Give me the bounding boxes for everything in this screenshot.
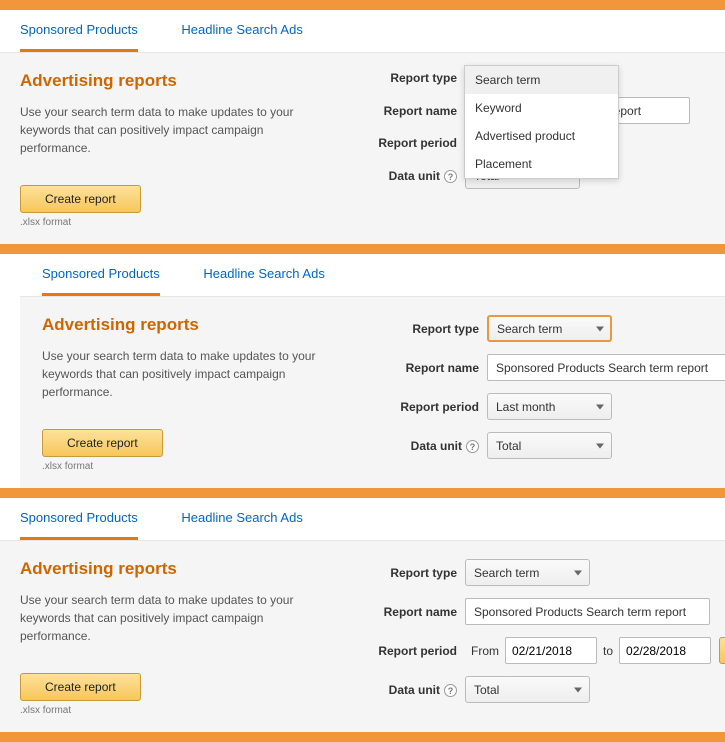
date-to-input[interactable] <box>619 637 711 664</box>
label-report-name: Report name <box>350 104 465 118</box>
page-title: Advertising reports <box>42 315 362 335</box>
period-to-label: to <box>603 644 613 658</box>
format-note: .xlsx format <box>20 217 340 228</box>
help-icon[interactable]: ? <box>444 170 457 183</box>
report-name-input[interactable] <box>465 598 710 625</box>
report-type-dropdown-open[interactable]: Search term Keyword Advertised product P… <box>464 65 619 179</box>
tabs: Sponsored Products Headline Search Ads <box>0 10 725 53</box>
panel-1: Sponsored Products Headline Search Ads A… <box>0 10 725 244</box>
panel-2: Sponsored Products Headline Search Ads A… <box>0 254 725 488</box>
label-data-unit: Data unit? <box>350 683 465 697</box>
label-data-unit: Data unit? <box>372 439 487 453</box>
label-report-type: Report type <box>350 566 465 580</box>
tabs: Sponsored Products Headline Search Ads <box>0 498 725 541</box>
action-row: Create report .xlsx format <box>20 185 340 228</box>
tab-sponsored-products[interactable]: Sponsored Products <box>42 266 160 296</box>
help-icon[interactable]: ? <box>466 440 479 453</box>
data-unit-select[interactable]: Total <box>465 676 590 703</box>
tab-sponsored-products[interactable]: Sponsored Products <box>20 22 138 52</box>
panel-body: Advertising reports Use your search term… <box>0 541 725 732</box>
date-from-input[interactable] <box>505 637 597 664</box>
apply-button[interactable]: Apply <box>719 637 725 664</box>
tab-headline-search-ads[interactable]: Headline Search Ads <box>181 510 302 537</box>
tab-sponsored-products[interactable]: Sponsored Products <box>20 510 138 540</box>
create-report-button[interactable]: Create report <box>42 429 163 457</box>
tab-headline-search-ads[interactable]: Headline Search Ads <box>203 266 324 293</box>
label-report-name: Report name <box>350 605 465 619</box>
page-title: Advertising reports <box>20 559 340 579</box>
divider-bar <box>0 244 725 254</box>
label-report-period: Report period <box>350 644 465 658</box>
panel-body: Advertising reports Use your search term… <box>20 297 725 488</box>
format-note: .xlsx format <box>20 705 340 716</box>
tabs: Sponsored Products Headline Search Ads <box>20 254 725 297</box>
period-from-label: From <box>471 644 499 658</box>
label-report-type: Report type <box>372 322 487 336</box>
report-type-select[interactable]: Search term <box>465 559 590 586</box>
label-report-period: Report period <box>350 136 465 150</box>
divider-bar <box>0 488 725 498</box>
panel-3: Sponsored Products Headline Search Ads A… <box>0 498 725 732</box>
option-search-term[interactable]: Search term <box>465 66 618 94</box>
label-report-name: Report name <box>372 361 487 375</box>
create-report-button[interactable]: Create report <box>20 185 141 213</box>
create-report-button[interactable]: Create report <box>20 673 141 701</box>
format-note: .xlsx format <box>42 461 362 472</box>
report-type-select[interactable]: Search term <box>487 315 612 342</box>
option-advertised-product[interactable]: Advertised product <box>465 122 618 150</box>
tab-headline-search-ads[interactable]: Headline Search Ads <box>181 22 302 49</box>
label-report-period: Report period <box>372 400 487 414</box>
divider-bar <box>0 0 725 10</box>
label-report-type: Report type <box>350 71 465 85</box>
panel-body: Advertising reports Use your search term… <box>0 53 725 244</box>
page-description: Use your search term data to make update… <box>20 591 300 645</box>
option-placement[interactable]: Placement <box>465 150 618 178</box>
label-data-unit: Data unit? <box>350 169 465 183</box>
page-description: Use your search term data to make update… <box>42 347 322 401</box>
data-unit-select[interactable]: Total <box>487 432 612 459</box>
option-keyword[interactable]: Keyword <box>465 94 618 122</box>
page-description: Use your search term data to make update… <box>20 103 300 157</box>
report-name-input[interactable] <box>487 354 725 381</box>
help-icon[interactable]: ? <box>444 684 457 697</box>
page-title: Advertising reports <box>20 71 340 91</box>
report-period-select[interactable]: Last month <box>487 393 612 420</box>
